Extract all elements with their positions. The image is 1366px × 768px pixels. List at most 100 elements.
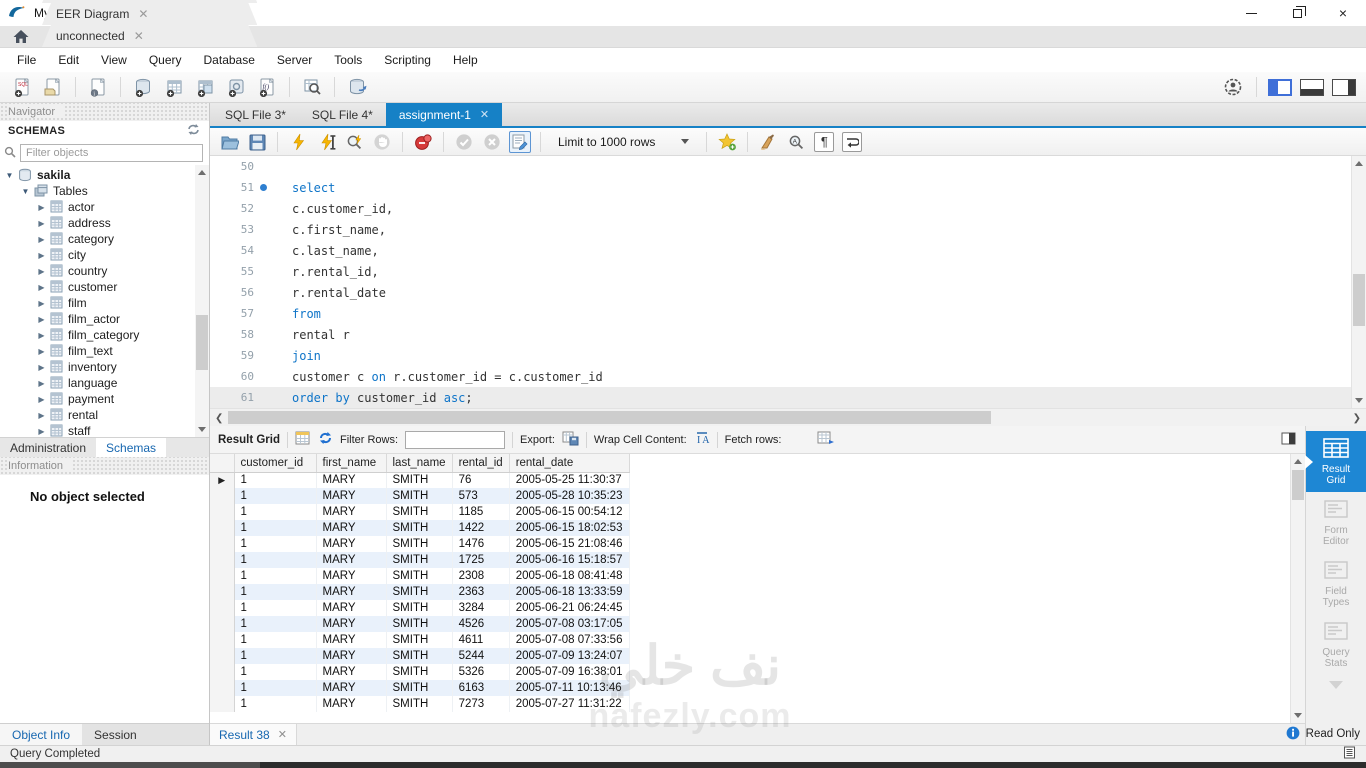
new-sql-tab-icon[interactable]: SQL bbox=[10, 75, 34, 99]
tree-item-actor[interactable]: ▶actor bbox=[0, 199, 209, 215]
tree-item-country[interactable]: ▶country bbox=[0, 263, 209, 279]
code-line-56[interactable]: 56r.rental_date bbox=[210, 282, 1366, 303]
cell[interactable]: MARY bbox=[316, 584, 386, 600]
execute-icon[interactable] bbox=[287, 131, 309, 153]
tree-expand-arrow[interactable]: ▶ bbox=[36, 427, 47, 436]
column-header-row-selector[interactable] bbox=[210, 454, 234, 472]
cell[interactable]: SMITH bbox=[386, 520, 452, 536]
editor-tab-sql-file-4-[interactable]: SQL File 4* bbox=[299, 103, 386, 126]
cell[interactable]: 2005-07-08 03:17:05 bbox=[509, 616, 629, 632]
cell[interactable]: 2363 bbox=[452, 584, 509, 600]
create-schema-icon[interactable] bbox=[131, 75, 155, 99]
row-header-cell[interactable] bbox=[210, 632, 234, 648]
code-line-59[interactable]: 59join bbox=[210, 345, 1366, 366]
close-editor-tab-icon[interactable]: ✕ bbox=[480, 108, 489, 121]
cell[interactable]: MARY bbox=[316, 680, 386, 696]
row-header-cell[interactable] bbox=[210, 504, 234, 520]
open-file-icon[interactable] bbox=[218, 131, 240, 153]
menu-file[interactable]: File bbox=[6, 53, 47, 67]
cell[interactable]: MARY bbox=[316, 568, 386, 584]
tree-expand-arrow[interactable]: ▶ bbox=[36, 363, 47, 372]
cell[interactable]: MARY bbox=[316, 504, 386, 520]
cell[interactable]: 1 bbox=[234, 504, 316, 520]
row-header-cell[interactable] bbox=[210, 664, 234, 680]
tree-expand-arrow[interactable]: ▶ bbox=[36, 203, 47, 212]
table-row[interactable]: 1MARYSMITH23082005-06-18 08:41:48 bbox=[210, 568, 629, 584]
close-tab-icon[interactable]: ✕ bbox=[233, 0, 243, 3]
cell[interactable]: 1 bbox=[234, 616, 316, 632]
chevron-down-icon[interactable] bbox=[1329, 681, 1343, 689]
column-header-rental_date[interactable]: rental_date bbox=[509, 454, 629, 472]
cell[interactable]: MARY bbox=[316, 552, 386, 568]
cell[interactable]: 1476 bbox=[452, 536, 509, 552]
wrap-text-icon[interactable] bbox=[841, 131, 863, 153]
cell[interactable]: 1 bbox=[234, 568, 316, 584]
code-line-51[interactable]: 51select bbox=[210, 177, 1366, 198]
collapse-result-panel-icon[interactable] bbox=[1281, 432, 1297, 448]
column-header-rental_id[interactable]: rental_id bbox=[452, 454, 509, 472]
cell[interactable]: 1 bbox=[234, 680, 316, 696]
tree-expand-arrow[interactable]: ▶ bbox=[36, 411, 47, 420]
query-stats-panel-icon[interactable]: QueryStats bbox=[1306, 614, 1366, 675]
table-row[interactable]: 1MARYSMITH11852005-06-15 00:54:12 bbox=[210, 504, 629, 520]
tree-expand-arrow[interactable]: ▶ bbox=[36, 299, 47, 308]
code-line-53[interactable]: 53c.first_name, bbox=[210, 219, 1366, 240]
cell[interactable]: SMITH bbox=[386, 648, 452, 664]
code-line-54[interactable]: 54c.last_name, bbox=[210, 240, 1366, 261]
code-line-61[interactable]: 61order by customer_id asc; bbox=[210, 387, 1366, 408]
cell[interactable]: 2005-06-15 00:54:12 bbox=[509, 504, 629, 520]
autocommit-toggle-icon[interactable] bbox=[509, 131, 531, 153]
cell[interactable]: 2005-07-27 11:31:22 bbox=[509, 696, 629, 712]
close-result-tab-icon[interactable]: ✕ bbox=[278, 728, 287, 741]
inspector-icon[interactable]: i bbox=[86, 75, 110, 99]
table-row[interactable]: ▶1MARYSMITH762005-05-25 11:30:37 bbox=[210, 472, 629, 488]
find-icon[interactable]: A bbox=[785, 131, 807, 153]
row-header-cell[interactable] bbox=[210, 616, 234, 632]
result-grid-panel-icon[interactable]: ResultGrid bbox=[1306, 431, 1366, 492]
menu-help[interactable]: Help bbox=[442, 53, 489, 67]
table-row[interactable]: 1MARYSMITH32842005-06-21 06:24:45 bbox=[210, 600, 629, 616]
restore-icon[interactable] bbox=[1274, 0, 1320, 26]
menu-tools[interactable]: Tools bbox=[323, 53, 373, 67]
cell[interactable]: SMITH bbox=[386, 488, 452, 504]
tree-item-inventory[interactable]: ▶inventory bbox=[0, 359, 209, 375]
explain-icon[interactable] bbox=[343, 131, 365, 153]
cell[interactable]: 1422 bbox=[452, 520, 509, 536]
tree-expand-arrow[interactable]: ▶ bbox=[36, 235, 47, 244]
menu-edit[interactable]: Edit bbox=[47, 53, 90, 67]
table-row[interactable]: 1MARYSMITH17252005-06-16 15:18:57 bbox=[210, 552, 629, 568]
row-header-cell[interactable] bbox=[210, 600, 234, 616]
editor-tab-sql-file-3-[interactable]: SQL File 3* bbox=[212, 103, 299, 126]
editor-tab-assignment-1[interactable]: assignment-1✕ bbox=[386, 103, 502, 126]
tree-item-city[interactable]: ▶city bbox=[0, 247, 209, 263]
create-function-icon[interactable]: f() bbox=[255, 75, 279, 99]
tree-expand-arrow[interactable]: ▶ bbox=[36, 347, 47, 356]
grid-vertical-scrollbar[interactable] bbox=[1290, 454, 1305, 723]
table-row[interactable]: 1MARYSMITH61632005-07-11 10:13:46 bbox=[210, 680, 629, 696]
refresh-schemas-icon[interactable] bbox=[186, 123, 201, 139]
row-header-cell[interactable] bbox=[210, 696, 234, 712]
row-header-cell[interactable] bbox=[210, 680, 234, 696]
wrap-cell-icon[interactable]: I A bbox=[694, 431, 710, 448]
row-header-cell[interactable]: ▶ bbox=[210, 472, 234, 488]
rollback-icon[interactable] bbox=[481, 131, 503, 153]
search-data-icon[interactable] bbox=[300, 75, 324, 99]
connection-tab-3[interactable]: EER Diagram✕ bbox=[42, 3, 257, 25]
cell[interactable]: 2005-06-18 13:33:59 bbox=[509, 584, 629, 600]
result-grid-icon[interactable] bbox=[295, 431, 311, 449]
table-row[interactable]: 1MARYSMITH53262005-07-09 16:38:01 bbox=[210, 664, 629, 680]
code-line-50[interactable]: 50 bbox=[210, 156, 1366, 177]
sidebar-tab-session[interactable]: Session bbox=[82, 724, 149, 745]
reconnect-database-icon[interactable] bbox=[345, 75, 369, 99]
tree-expand-arrow[interactable]: ▶ bbox=[36, 315, 47, 324]
menu-view[interactable]: View bbox=[90, 53, 138, 67]
cell[interactable]: SMITH bbox=[386, 616, 452, 632]
tree-expand-arrow[interactable]: ▶ bbox=[36, 251, 47, 260]
tree-item-film_actor[interactable]: ▶film_actor bbox=[0, 311, 209, 327]
create-procedure-icon[interactable] bbox=[224, 75, 248, 99]
cell[interactable]: 1 bbox=[234, 536, 316, 552]
tree-collapse-arrow[interactable]: ▼ bbox=[4, 171, 15, 180]
menu-scripting[interactable]: Scripting bbox=[373, 53, 442, 67]
tree-expand-arrow[interactable]: ▶ bbox=[36, 379, 47, 388]
result-tab[interactable]: Result 38✕ bbox=[210, 724, 297, 745]
